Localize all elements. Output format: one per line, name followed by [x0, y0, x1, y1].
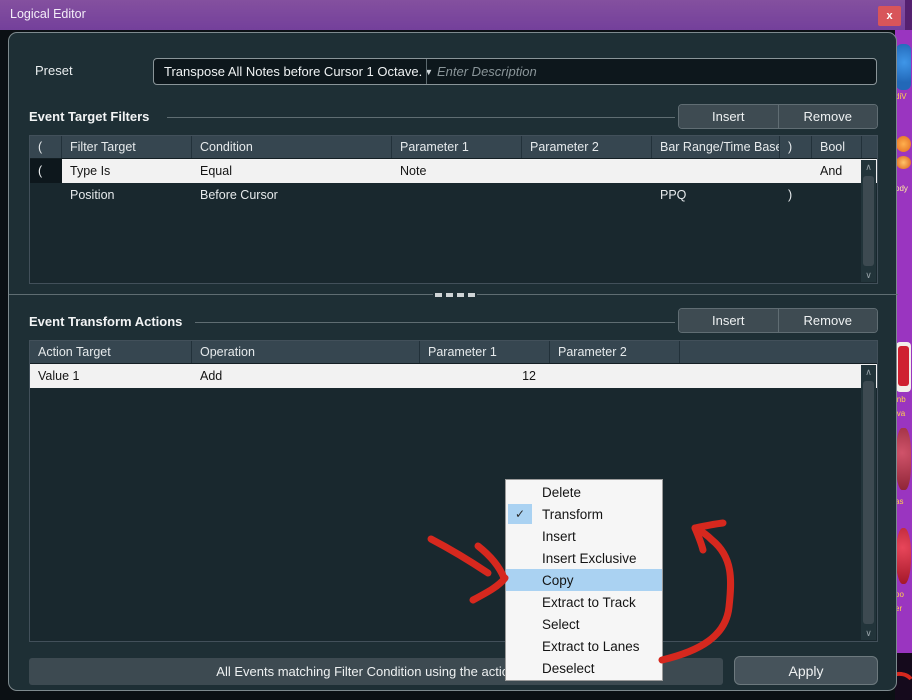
cell-action-target[interactable]: Value 1 — [30, 364, 192, 388]
desktop-icon-label: iva — [895, 409, 906, 418]
menu-item-extract-to-lanes[interactable]: Extract to Lanes — [506, 635, 662, 657]
menu-item-copy[interactable]: Copy — [506, 569, 662, 591]
desktop-background: diV ody inb iva as oo er — [895, 0, 912, 700]
cell-paren-open[interactable]: ( — [30, 159, 62, 183]
desktop-icon-label: ody — [895, 184, 908, 193]
cell-filter-target[interactable]: Position — [62, 183, 192, 207]
actions-section-title: Event Transform Actions — [29, 314, 183, 329]
filters-table: ( Filter Target Condition Parameter 1 Pa… — [29, 135, 878, 284]
menu-item-delete[interactable]: Delete — [506, 481, 662, 503]
cell-parameter-2[interactable] — [522, 159, 652, 183]
cell-operation[interactable]: Add — [192, 364, 420, 388]
cell-bool[interactable] — [812, 183, 862, 207]
function-summary-text: All Events matching Filter Condition usi… — [216, 664, 536, 679]
desktop-icon-orange — [896, 156, 911, 169]
filters-insert-remove-group: Insert Remove — [678, 104, 878, 129]
filters-scrollbar[interactable]: ∧ ∨ — [861, 160, 876, 282]
column-header-filler — [680, 341, 877, 363]
scroll-down-icon[interactable]: ∨ — [865, 626, 872, 640]
table-row[interactable]: Value 1 Add 12 — [30, 364, 877, 388]
apply-button[interactable]: Apply — [734, 656, 878, 685]
close-button[interactable]: x — [878, 6, 901, 26]
cell-bar-range[interactable]: PPQ — [652, 183, 780, 207]
cell-bar-range[interactable] — [652, 159, 780, 183]
section-rule — [167, 117, 675, 118]
column-header[interactable]: Operation — [192, 341, 420, 363]
scrollbar-thumb[interactable] — [863, 381, 874, 624]
desktop-icon-label: inb — [895, 395, 906, 404]
table-row[interactable]: Position Before Cursor PPQ ) — [30, 183, 877, 207]
cell-paren-open[interactable] — [30, 183, 62, 207]
column-header[interactable]: ) — [780, 136, 812, 158]
cell-parameter-1[interactable] — [392, 183, 522, 207]
column-header[interactable]: Action Target — [30, 341, 192, 363]
menu-item-extract-to-track[interactable]: Extract to Track — [506, 591, 662, 613]
context-menu: Delete ✓ Transform Insert Insert Exclusi… — [505, 479, 663, 681]
actions-insert-button[interactable]: Insert — [679, 309, 778, 332]
menu-item-deselect[interactable]: Deselect — [506, 657, 662, 679]
actions-insert-remove-group: Insert Remove — [678, 308, 878, 333]
column-header[interactable]: Parameter 2 — [522, 136, 652, 158]
column-header[interactable]: Filter Target — [62, 136, 192, 158]
splitter-handle[interactable] — [433, 291, 477, 298]
cell-bool[interactable]: And — [812, 159, 862, 183]
table-row[interactable]: ( Type Is Equal Note And — [30, 159, 877, 183]
column-header[interactable]: Parameter 2 — [550, 341, 680, 363]
preset-field: Transpose All Notes before Cursor 1 Octa… — [153, 58, 877, 85]
column-header[interactable]: Parameter 1 — [392, 136, 522, 158]
section-rule — [195, 322, 675, 323]
desktop-icon-red-white — [896, 342, 911, 392]
preset-dropdown[interactable]: Transpose All Notes before Cursor 1 Octa… — [154, 59, 433, 84]
actions-table: Action Target Operation Parameter 1 Para… — [29, 340, 878, 642]
desktop-icon-blue — [896, 44, 911, 90]
scroll-up-icon[interactable]: ∧ — [865, 365, 872, 379]
cell-paren-close[interactable] — [780, 159, 812, 183]
check-icon: ✓ — [508, 504, 532, 524]
cell-filler — [680, 364, 877, 388]
cell-parameter-2[interactable] — [522, 183, 652, 207]
preset-label: Preset — [35, 63, 73, 78]
close-icon: x — [886, 9, 893, 22]
preset-value: Transpose All Notes before Cursor 1 Octa… — [164, 64, 423, 79]
actions-remove-button[interactable]: Remove — [777, 309, 877, 332]
scroll-up-icon[interactable]: ∧ — [865, 160, 872, 174]
column-header[interactable]: Bool — [812, 136, 862, 158]
screen: diV ody inb iva as oo er Logical Editor … — [0, 0, 912, 700]
menu-item-select[interactable]: Select — [506, 613, 662, 635]
scroll-down-icon[interactable]: ∨ — [865, 268, 872, 282]
actions-table-header: Action Target Operation Parameter 1 Para… — [30, 341, 877, 364]
cell-filter-target[interactable]: Type Is — [62, 159, 192, 183]
desktop-icon-label: as — [895, 497, 904, 506]
cell-paren-close[interactable]: ) — [780, 183, 812, 207]
filters-section-title: Event Target Filters — [29, 109, 150, 124]
cell-condition[interactable]: Equal — [192, 159, 392, 183]
desktop-icon-label: er — [895, 604, 903, 613]
description-input[interactable] — [427, 59, 876, 84]
logical-editor-dialog: Preset Transpose All Notes before Cursor… — [8, 32, 898, 691]
cell-parameter-2[interactable] — [550, 364, 680, 388]
filters-table-header: ( Filter Target Condition Parameter 1 Pa… — [30, 136, 877, 159]
cell-parameter-1[interactable]: 12 — [420, 364, 550, 388]
cell-parameter-1[interactable]: Note — [392, 159, 522, 183]
scrollbar-thumb[interactable] — [863, 176, 874, 266]
desktop-icon-label: oo — [895, 590, 904, 599]
window-title: Logical Editor — [10, 7, 86, 21]
desktop-icon-red — [896, 528, 911, 584]
menu-item-insert-exclusive[interactable]: Insert Exclusive — [506, 547, 662, 569]
window-titlebar[interactable]: Logical Editor x — [0, 0, 905, 30]
column-header[interactable]: Bar Range/Time Base — [652, 136, 780, 158]
column-header[interactable]: Condition — [192, 136, 392, 158]
cell-condition[interactable]: Before Cursor — [192, 183, 392, 207]
splitter[interactable] — [9, 291, 898, 298]
actions-scrollbar[interactable]: ∧ ∨ — [861, 365, 876, 640]
menu-item-insert[interactable]: Insert — [506, 525, 662, 547]
column-header[interactable]: ( — [30, 136, 62, 158]
filters-insert-button[interactable]: Insert — [679, 105, 778, 128]
column-header[interactable]: Parameter 1 — [420, 341, 550, 363]
filters-remove-button[interactable]: Remove — [777, 105, 877, 128]
desktop-icon-dark-red — [896, 428, 911, 490]
desktop-icon-label: diV — [895, 92, 907, 101]
desktop-icon-orange — [896, 136, 911, 152]
menu-item-transform[interactable]: ✓ Transform — [506, 503, 662, 525]
